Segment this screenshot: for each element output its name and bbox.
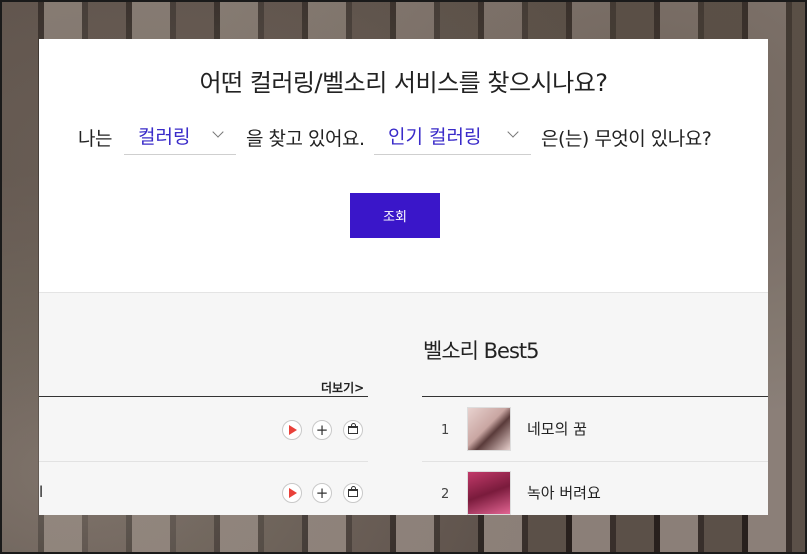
partial-song-title: l <box>39 483 44 501</box>
best5-title: 벨소리 Best5 <box>423 339 539 363</box>
gift-button[interactable] <box>343 483 363 503</box>
play-button[interactable] <box>282 483 302 503</box>
song-title[interactable]: 녹아 버려요 <box>527 482 601 503</box>
rank-number: 2 <box>441 487 450 502</box>
album-thumbnail[interactable] <box>467 407 511 451</box>
finder-sentence: 나는 컬러링 을 찾고 있어요. 인기 컬러링 은(는) 무엇이 있나요? <box>39 119 768 159</box>
row-divider <box>422 461 768 462</box>
plus-icon: + <box>315 420 329 439</box>
main-card: 어떤 컬러링/벨소리 서비스를 찾으시나요? 나는 컬러링 을 찾고 있어요. … <box>39 39 768 515</box>
add-button[interactable]: + <box>312 420 332 440</box>
play-icon <box>289 425 297 435</box>
category-select[interactable]: 인기 컬러링 <box>374 119 531 155</box>
add-button[interactable]: + <box>312 483 332 503</box>
chevron-down-icon <box>507 126 519 138</box>
chevron-down-icon <box>212 126 224 138</box>
suffix-text: 은(는) 무엇이 있나요? <box>541 128 712 150</box>
play-button[interactable] <box>282 420 302 440</box>
gift-icon <box>348 423 358 434</box>
chart-lists: 더보기> + l + 벨소리 Best5 1 네모의 꿈 2 녹아 버려요 <box>39 293 768 515</box>
row-divider <box>39 461 368 462</box>
plus-icon: + <box>315 483 329 502</box>
service-type-value: 컬러링 <box>138 126 191 148</box>
finder-title: 어떤 컬러링/벨소리 서비스를 찾으시나요? <box>199 69 608 97</box>
album-thumbnail[interactable] <box>467 471 511 515</box>
middle-text: 을 찾고 있어요. <box>246 128 365 150</box>
left-list-top-border <box>39 396 368 397</box>
gift-icon <box>348 486 358 497</box>
prefix-text: 나는 <box>78 128 112 150</box>
category-value: 인기 컬러링 <box>388 126 482 148</box>
gift-button[interactable] <box>343 420 363 440</box>
rank-number: 1 <box>441 423 450 438</box>
search-button[interactable]: 조회 <box>350 193 440 238</box>
service-finder: 어떤 컬러링/벨소리 서비스를 찾으시나요? 나는 컬러링 을 찾고 있어요. … <box>39 39 768 293</box>
service-type-select[interactable]: 컬러링 <box>124 119 236 155</box>
best5-top-border <box>422 396 768 397</box>
song-title[interactable]: 네모의 꿈 <box>527 418 587 439</box>
play-icon <box>289 488 297 498</box>
more-link[interactable]: 더보기> <box>321 379 364 396</box>
